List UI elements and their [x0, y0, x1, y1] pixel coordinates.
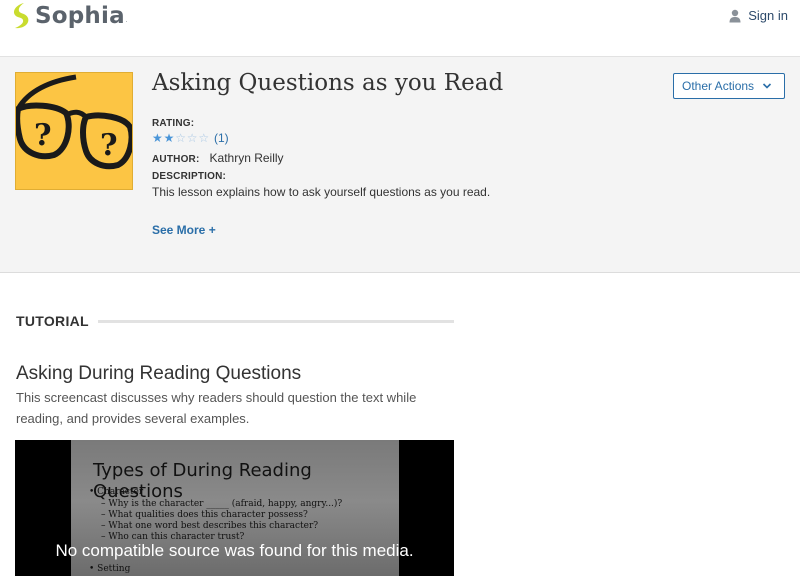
star-empty-icon: ☆: [175, 131, 186, 145]
video-error-message: No compatible source was found for this …: [55, 541, 414, 560]
video-player[interactable]: Types of During Reading Questions • Char…: [15, 440, 454, 576]
star-empty-icon: ☆: [186, 131, 198, 145]
chevron-down-icon: [762, 83, 772, 89]
star-filled-icon: ★: [152, 131, 163, 145]
rating-row: ★ ★ ☆ ☆ ☆ (1): [152, 131, 229, 145]
star-filled-icon: ★: [163, 131, 175, 145]
tutorial-description: This screencast discusses why readers sh…: [16, 390, 417, 426]
lesson-thumbnail: ? ?: [15, 72, 133, 190]
sign-in-label: Sign in: [748, 8, 788, 23]
rating-count-link[interactable]: (1): [214, 131, 229, 145]
see-more-link[interactable]: See More +: [152, 223, 216, 237]
lesson-description: This lesson explains how to ask yourself…: [152, 185, 491, 199]
svg-text:?: ?: [100, 128, 118, 163]
site-header: Sophia . Sign in: [0, 0, 800, 57]
rating-label: RATING:: [152, 118, 195, 129]
slide-bullet: – Why is the character _____ (afraid, ha…: [101, 499, 343, 509]
sign-in-link[interactable]: Sign in: [729, 8, 788, 23]
slide-bullet: • Setting: [89, 564, 131, 574]
user-icon: [729, 9, 741, 22]
lesson-hero: ? ? Asking Questions as you Read Other A…: [0, 57, 800, 273]
logo-trademark: .: [125, 18, 128, 24]
logo-text: Sophia: [35, 3, 125, 29]
slide-bullet: – What one word best describes this char…: [101, 521, 319, 531]
other-actions-button[interactable]: Other Actions: [673, 73, 785, 99]
description-label: DESCRIPTION:: [152, 171, 227, 182]
sophia-logo-icon: [14, 3, 29, 29]
glasses-question-icon: ? ?: [16, 74, 132, 170]
author-row: AUTHOR: Kathryn Reilly: [152, 151, 284, 165]
slide-bullet: – What qualities does this character pos…: [101, 510, 308, 520]
svg-text:?: ?: [34, 118, 52, 153]
author-name: Kathryn Reilly: [209, 151, 284, 165]
tutorial-title: Asking During Reading Questions: [16, 363, 302, 384]
lesson-title: Asking Questions as you Read: [152, 70, 504, 96]
rating-stars: ★ ★ ☆ ☆ ☆: [152, 132, 210, 144]
other-actions-label: Other Actions: [682, 79, 755, 93]
section-divider: [98, 320, 454, 323]
star-empty-icon: ☆: [198, 131, 210, 145]
slide-bullet: • Character: [89, 487, 144, 497]
author-label: AUTHOR:: [152, 154, 200, 165]
tutorial-section-label: TUTORIAL: [16, 313, 89, 329]
sophia-logo[interactable]: Sophia .: [10, 2, 127, 30]
